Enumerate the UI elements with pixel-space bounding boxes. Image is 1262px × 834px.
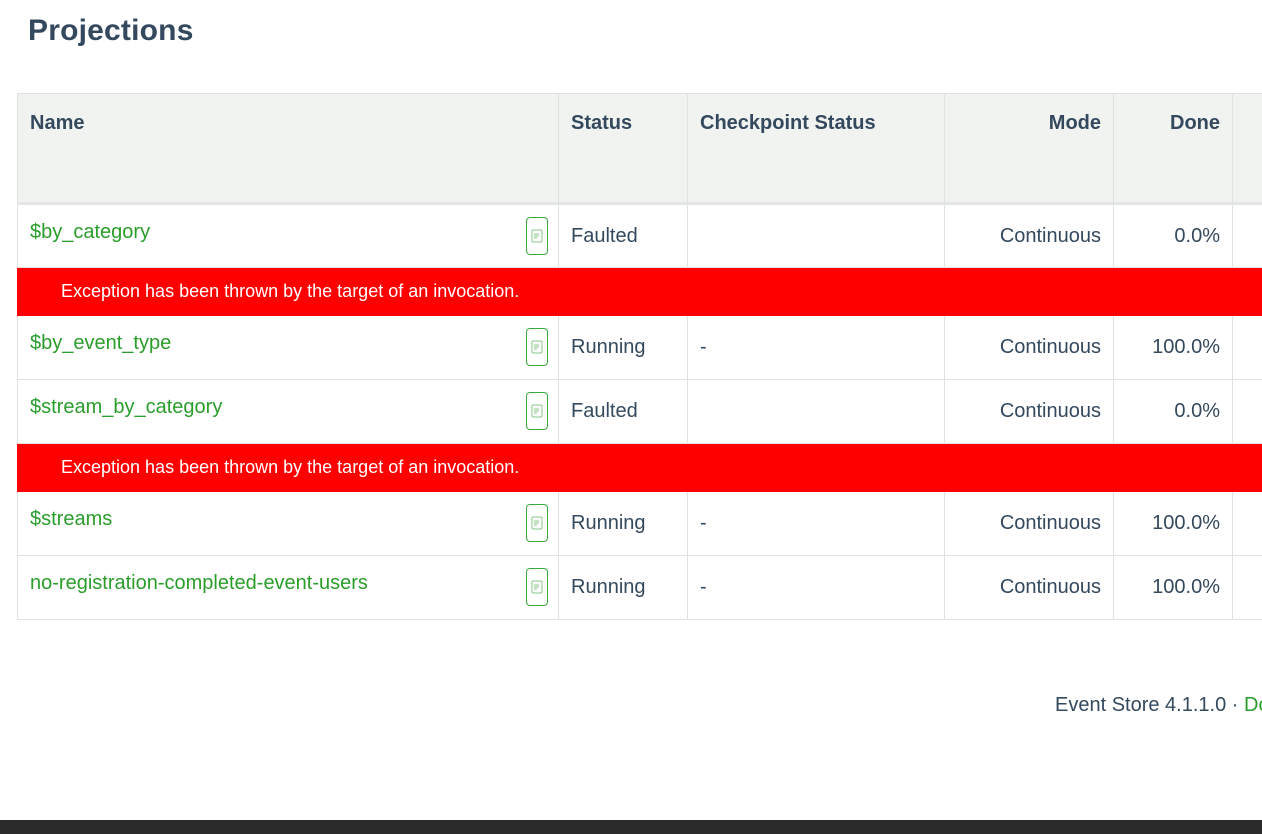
- done-cell: 100.0%: [1113, 491, 1233, 556]
- checkpoint-cell: -: [687, 315, 945, 380]
- footer-version: Event Store 4.1.1.0 ·: [1055, 694, 1244, 716]
- done-cell: 0.0%: [1113, 203, 1233, 268]
- mode-cell: Continuous: [944, 203, 1114, 268]
- footer-link[interactable]: Do: [1244, 694, 1262, 716]
- error-row: Exception has been thrown by the target …: [17, 443, 1262, 492]
- table-row: $by_category Faulted Continuous 0.0%: [17, 203, 1262, 268]
- done-cell: 100.0%: [1113, 315, 1233, 380]
- projection-link[interactable]: $streams: [30, 508, 112, 530]
- edit-query-button[interactable]: [526, 328, 548, 366]
- status-cell: Faulted: [558, 379, 688, 444]
- column-header-extra: [1232, 93, 1262, 205]
- edit-query-icon: [531, 404, 543, 418]
- projection-link[interactable]: $by_event_type: [30, 332, 171, 354]
- projection-link[interactable]: $stream_by_category: [30, 396, 222, 418]
- page-title: Projections: [28, 14, 194, 47]
- edit-query-button[interactable]: [526, 568, 548, 606]
- status-cell: Running: [558, 491, 688, 556]
- projection-name-cell: no-registration-completed-event-users: [17, 555, 559, 620]
- done-cell: 0.0%: [1113, 379, 1233, 444]
- mode-cell: Continuous: [944, 491, 1114, 556]
- column-header-name[interactable]: Name: [17, 93, 559, 205]
- extra-cell: [1232, 379, 1262, 444]
- edit-query-button[interactable]: [526, 504, 548, 542]
- projection-name-cell: $by_category: [17, 203, 559, 268]
- projection-link[interactable]: no-registration-completed-event-users: [30, 572, 368, 594]
- projections-table: Name Status Checkpoint Status Mode Done …: [17, 93, 1262, 620]
- projection-name-cell: $streams: [17, 491, 559, 556]
- table-header-row: Name Status Checkpoint Status Mode Done: [17, 93, 1262, 205]
- extra-cell: [1232, 315, 1262, 380]
- extra-cell: [1232, 555, 1262, 620]
- status-cell: Running: [558, 555, 688, 620]
- column-header-checkpoint-status[interactable]: Checkpoint Status: [687, 93, 945, 205]
- projection-link[interactable]: $by_category: [30, 221, 150, 243]
- table-row: $by_event_type Running - Continuous 100.…: [17, 315, 1262, 380]
- mode-cell: Continuous: [944, 315, 1114, 380]
- checkpoint-cell: [687, 203, 945, 268]
- table-row: $streams Running - Continuous 100.0%: [17, 491, 1262, 556]
- mode-cell: Continuous: [944, 379, 1114, 444]
- table-row: $stream_by_category Faulted Continuous 0…: [17, 379, 1262, 444]
- edit-query-icon: [531, 340, 543, 354]
- error-message: Exception has been thrown by the target …: [17, 267, 1262, 316]
- error-message: Exception has been thrown by the target …: [17, 443, 1262, 492]
- projection-name-cell: $by_event_type: [17, 315, 559, 380]
- bottom-bar: [0, 820, 1262, 834]
- edit-query-icon: [531, 516, 543, 530]
- checkpoint-cell: -: [687, 491, 945, 556]
- mode-cell: Continuous: [944, 555, 1114, 620]
- edit-query-icon: [531, 580, 543, 594]
- edit-query-icon: [531, 229, 543, 243]
- footer: Event Store 4.1.1.0 · Do: [1055, 694, 1262, 717]
- extra-cell: [1232, 203, 1262, 268]
- column-header-done[interactable]: Done: [1113, 93, 1233, 205]
- checkpoint-cell: -: [687, 555, 945, 620]
- edit-query-button[interactable]: [526, 392, 548, 430]
- table-row: no-registration-completed-event-users Ru…: [17, 555, 1262, 620]
- status-cell: Faulted: [558, 203, 688, 268]
- error-row: Exception has been thrown by the target …: [17, 267, 1262, 316]
- checkpoint-cell: [687, 379, 945, 444]
- projections-table-container: Name Status Checkpoint Status Mode Done …: [17, 93, 1262, 620]
- status-cell: Running: [558, 315, 688, 380]
- column-header-status[interactable]: Status: [558, 93, 688, 205]
- done-cell: 100.0%: [1113, 555, 1233, 620]
- edit-query-button[interactable]: [526, 217, 548, 255]
- projection-name-cell: $stream_by_category: [17, 379, 559, 444]
- extra-cell: [1232, 491, 1262, 556]
- column-header-mode[interactable]: Mode: [944, 93, 1114, 205]
